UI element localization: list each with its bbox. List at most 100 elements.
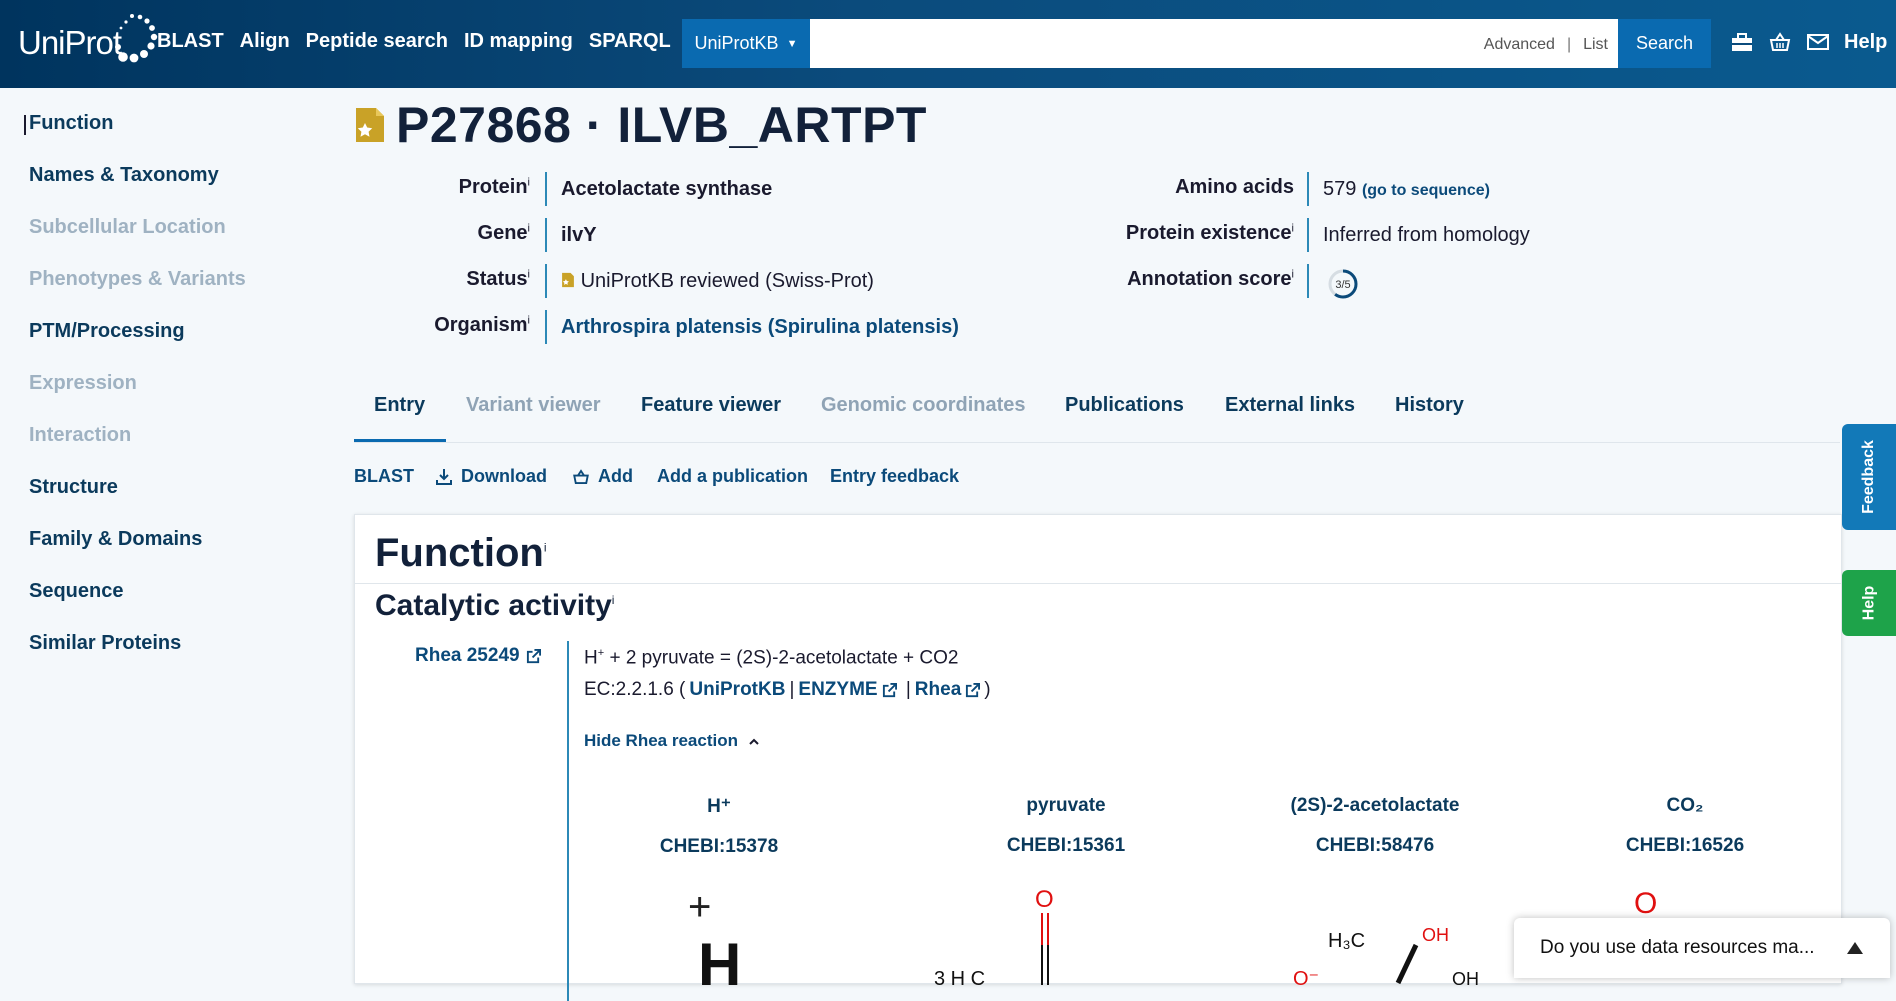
tab-genomic-coordinates: Genomic coordinates: [821, 394, 1026, 416]
nav-peptide-search[interactable]: Peptide search: [306, 30, 448, 53]
separator: |: [789, 679, 795, 700]
chebi-link[interactable]: CHEBI:16526: [1565, 835, 1805, 857]
survey-popup[interactable]: Do you use data resources ma...: [1514, 918, 1890, 978]
acetolactate-methyl: H₃C: [1328, 930, 1365, 952]
acetolactate-hydroxyl: OH: [1422, 925, 1449, 945]
co2-oxygen: O: [1634, 887, 1657, 920]
gene-name: ilvY: [561, 224, 597, 246]
catalytic-title-text: Catalytic activity: [375, 589, 612, 622]
database-select-label: UniProtKB: [694, 33, 779, 53]
mail-icon[interactable]: [1806, 30, 1830, 54]
sidebar-item-names-taxonomy[interactable]: Names & Taxonomy: [29, 164, 219, 187]
sidebar-item-function[interactable]: Function: [29, 112, 113, 135]
gene-label-text: Gene: [477, 222, 528, 244]
compound-pyruvate: pyruvate CHEBI:15361: [946, 795, 1186, 857]
function-title: Functioni: [375, 531, 547, 576]
go-to-sequence-link[interactable]: (go to sequence): [1362, 182, 1490, 199]
sidebar-item-expression: Expression: [29, 372, 137, 394]
info-icon[interactable]: i: [1292, 268, 1294, 280]
tab-external-links[interactable]: External links: [1225, 394, 1355, 417]
sidebar-item-sequence[interactable]: Sequence: [29, 580, 123, 603]
organism-link[interactable]: Arthrospira platensis (Spirulina platens…: [561, 316, 959, 339]
info-icon[interactable]: i: [528, 222, 530, 234]
help-side-label: Help: [1859, 585, 1877, 621]
amino-acids-value: 579 (go to sequence): [1323, 178, 1490, 201]
hide-rhea-reaction-toggle[interactable]: Hide Rhea reaction: [584, 731, 760, 751]
chevron-up-icon: [749, 738, 759, 745]
add-publication-action[interactable]: Add a publication: [657, 466, 808, 487]
reaction-equation: H+ + 2 pyruvate = (2S)-2-acetolactate + …: [584, 647, 959, 669]
separator: |: [1566, 36, 1572, 53]
header-icons: [1730, 30, 1830, 54]
download-label: Download: [461, 466, 547, 486]
search-button[interactable]: Search: [1618, 19, 1711, 68]
uniprot-logo[interactable]: UniProt: [18, 14, 158, 72]
top-header: UniProt BLAST Align Peptide search ID ma…: [0, 0, 1896, 88]
nav-align[interactable]: Align: [240, 30, 290, 53]
external-link-icon: [966, 682, 981, 697]
ec-enzyme-link[interactable]: ENZYME: [798, 679, 877, 701]
nav-id-mapping[interactable]: ID mapping: [464, 30, 573, 53]
info-icon[interactable]: i: [528, 268, 530, 280]
sidebar-item-structure[interactable]: Structure: [29, 476, 118, 499]
sidebar-item-interaction: Interaction: [29, 424, 132, 446]
entry-feedback-action[interactable]: Entry feedback: [830, 466, 959, 487]
info-icon[interactable]: i: [1292, 222, 1294, 234]
blast-action[interactable]: BLAST: [354, 466, 414, 487]
tab-publications[interactable]: Publications: [1065, 394, 1184, 417]
add-label: Add: [598, 466, 633, 486]
gene-label: Genei: [430, 222, 530, 245]
advanced-search-link[interactable]: Advanced: [1484, 36, 1555, 54]
ec-prefix: EC:2.2.1.6 (: [584, 679, 686, 700]
nav-sparql[interactable]: SPARQL: [589, 30, 671, 53]
status-label-text: Status: [466, 268, 528, 290]
protein-name: Acetolactate synthase: [561, 178, 773, 200]
toolkit-icon[interactable]: [1730, 30, 1754, 54]
active-indicator: [24, 115, 26, 135]
info-icon[interactable]: i: [528, 176, 530, 188]
divider: [1307, 218, 1309, 252]
help-side-tab[interactable]: Help: [1842, 570, 1896, 636]
tab-history[interactable]: History: [1395, 394, 1464, 417]
hide-rhea-label: Hide Rhea reaction: [584, 731, 738, 750]
compound-acetolactate: (2S)-2-acetolactate CHEBI:58476: [1255, 795, 1495, 857]
divider: [545, 218, 547, 252]
divider: [1307, 264, 1309, 298]
status-value: UniProtKB reviewed (Swiss-Prot): [561, 270, 874, 293]
info-icon[interactable]: i: [544, 541, 547, 555]
reaction-rest: + 2 pyruvate = (2S)-2-acetolactate + CO2: [604, 647, 959, 669]
amino-acids-label: Amino acids: [1175, 176, 1294, 198]
divider: [355, 583, 1841, 584]
info-icon[interactable]: i: [528, 314, 530, 326]
score-label-text: Annotation score: [1127, 268, 1292, 290]
sidebar-item-similar-proteins[interactable]: Similar Proteins: [29, 632, 181, 655]
feedback-side-tab[interactable]: Feedback: [1842, 424, 1896, 530]
reaction-proton: H: [584, 647, 598, 669]
download-action[interactable]: Download: [435, 466, 547, 487]
sidebar-item-ptm-processing[interactable]: PTM/Processing: [29, 320, 185, 343]
page-title: P27868 · ILVB_ARTPT: [396, 97, 927, 153]
chebi-link[interactable]: CHEBI:15378: [599, 836, 839, 858]
chebi-link[interactable]: CHEBI:58476: [1255, 835, 1495, 857]
rhea-id-link[interactable]: Rhea 25249: [415, 645, 541, 667]
annotation-score-badge: 3/5: [1328, 269, 1358, 299]
triangle-up-icon[interactable]: [1846, 941, 1864, 955]
help-link[interactable]: Help: [1844, 31, 1887, 54]
tab-entry[interactable]: Entry: [374, 394, 425, 417]
add-to-basket-action[interactable]: Add: [572, 466, 633, 487]
external-link-icon: [526, 648, 541, 663]
nav-blast[interactable]: BLAST: [157, 30, 224, 53]
compound-name: (2S)-2-acetolactate: [1290, 795, 1460, 816]
chebi-link[interactable]: CHEBI:15361: [946, 835, 1186, 857]
database-select[interactable]: UniProtKB ▼: [682, 19, 810, 68]
protein-existence-value: Inferred from homology: [1323, 224, 1530, 246]
list-search-link[interactable]: List: [1583, 36, 1608, 54]
sidebar-item-family-domains[interactable]: Family & Domains: [29, 528, 202, 551]
basket-icon[interactable]: [1768, 30, 1792, 54]
ec-rhea-link[interactable]: Rhea: [915, 679, 961, 701]
ec-uniprotkb-link[interactable]: UniProtKB: [689, 679, 785, 701]
tab-feature-viewer[interactable]: Feature viewer: [641, 394, 781, 417]
rhea-id-text: Rhea 25249: [415, 645, 520, 666]
info-icon[interactable]: i: [612, 593, 615, 607]
score-text: 3/5: [1335, 279, 1350, 291]
